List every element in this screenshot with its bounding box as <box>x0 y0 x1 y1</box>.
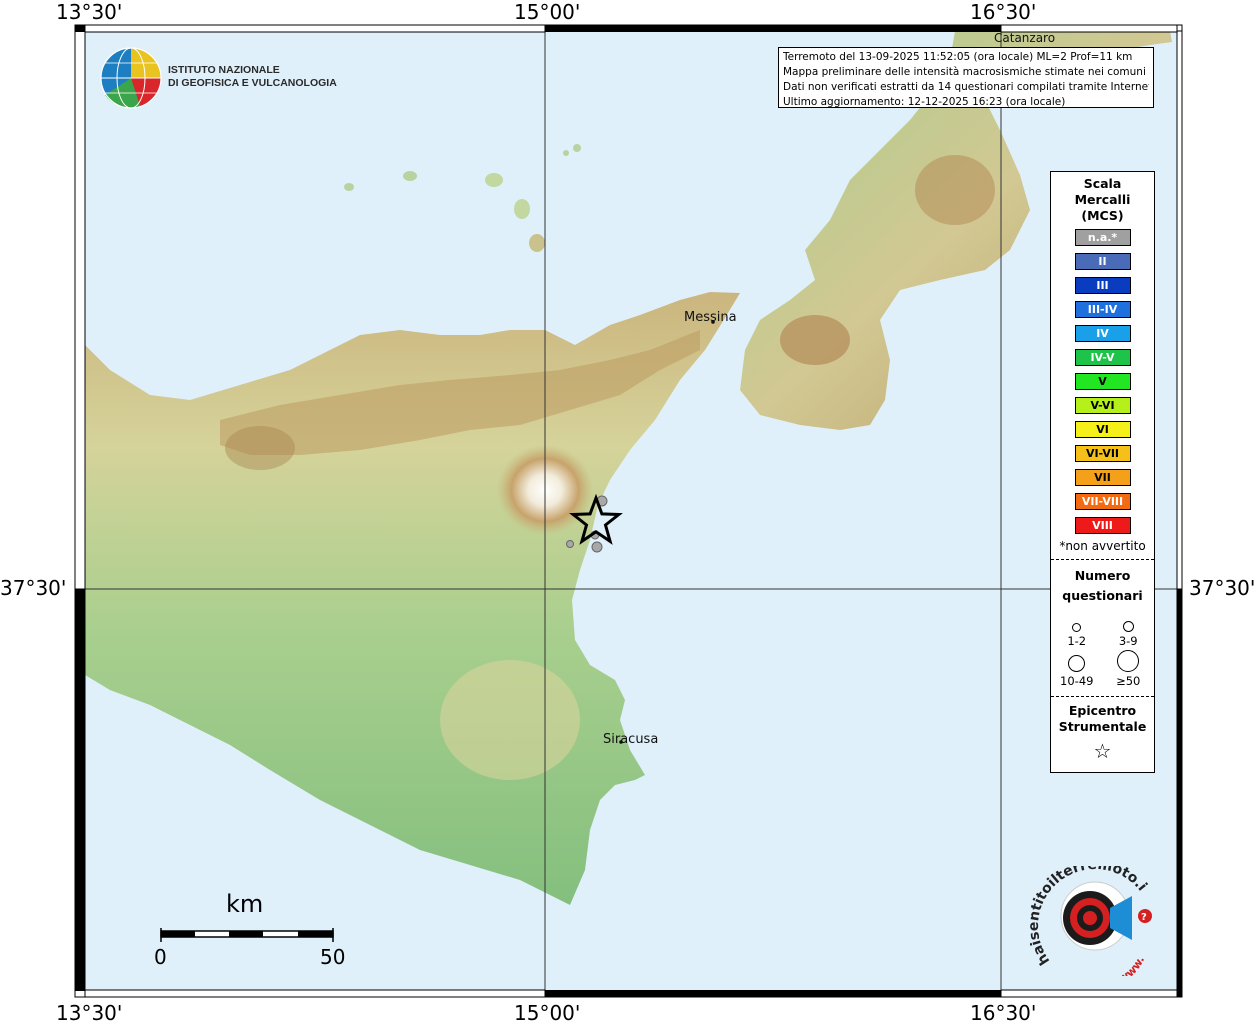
coord-bottom-mid: 15°00' <box>514 1001 581 1025</box>
legend-title-line3: (MCS) <box>1081 208 1124 223</box>
info-line1: Terremoto del 13-09-2025 11:52:05 (ora l… <box>783 51 1133 63</box>
questionari-title: Numero questionari <box>1051 566 1154 606</box>
star-icon: ☆ <box>1093 739 1112 763</box>
coord-bottom-left: 13°30' <box>56 1001 123 1025</box>
coord-right: 37°30' <box>1189 576 1255 600</box>
institute-line1: ISTITUTO NAZIONALE <box>168 64 280 76</box>
institute-line2: DI GEOFISICA E VULCANOLOGIA <box>168 77 337 89</box>
mcs-scale-list: n.a.* II III III-IV IV IV-V V V-VI VI VI-VII VII VI… <box>1051 229 1154 534</box>
q-label: 10-49 <box>1060 674 1094 688</box>
info-line3: Dati non verificati estratti da 14 quest… <box>783 81 1149 93</box>
q-label: 3-9 <box>1118 634 1138 648</box>
island <box>529 234 545 252</box>
q-label: 1-2 <box>1067 634 1087 648</box>
q-size-50plus: ≥50 <box>1103 650 1155 688</box>
mcs-scale-item: VI <box>1074 421 1131 438</box>
info-line4: Ultimo aggiornamento: 12-12-2025 16:23 (… <box>783 96 1066 108</box>
legend-panel: Scala Mercalli (MCS) n.a.* II III III-IV IV I… <box>1050 171 1155 773</box>
coord-top-right: 16°30' <box>970 0 1037 24</box>
mcs-scale-item: II <box>1074 253 1131 270</box>
circle-small-icon <box>1072 623 1082 632</box>
mcs-scale-item: VII <box>1074 469 1131 486</box>
ingv-logo-icon <box>100 47 162 109</box>
svg-text:www.: www. <box>1116 954 1147 976</box>
mcs-scale-item: IV-V <box>1074 349 1131 366</box>
logo-url-text: www. <box>1116 954 1147 976</box>
coord-left: 37°30' <box>0 576 67 600</box>
epicentro-title: Epicentro Strumentale <box>1051 703 1154 735</box>
aspromonte-relief <box>780 315 850 365</box>
island <box>514 199 530 219</box>
q-label: ≥50 <box>1116 674 1141 688</box>
circle-medium-icon <box>1122 621 1134 632</box>
report-dot <box>591 541 603 553</box>
island <box>403 171 417 181</box>
event-info-box: Terremoto del 13-09-2025 11:52:05 (ora l… <box>778 47 1154 108</box>
island <box>485 173 503 187</box>
city-siracusa: Siracusa <box>603 732 659 747</box>
institute-name: ISTITUTO NAZIONALE DI GEOFISICA E VULCAN… <box>168 64 337 90</box>
mcs-scale-item: IV <box>1074 325 1131 342</box>
q-size-3-9: 3-9 <box>1103 610 1155 648</box>
circle-large-icon <box>1068 655 1086 672</box>
legend-divider <box>1051 696 1154 697</box>
mcs-scale-item: n.a.* <box>1074 229 1131 246</box>
epicentro-line1: Epicentro <box>1068 703 1137 718</box>
q-size-1-2: 1-2 <box>1051 610 1103 648</box>
haisentito-logo-icon: ? haisentitoilterremoto.it www. <box>1030 866 1152 976</box>
svg-text:?: ? <box>1141 912 1147 923</box>
mcs-scale-item: III-IV <box>1074 301 1131 318</box>
scalebar-start: 0 <box>154 945 167 969</box>
mcs-scale-item: VII-VIII <box>1074 493 1131 510</box>
epicentro-line2: Strumentale <box>1058 719 1147 734</box>
circle-xlarge-icon <box>1117 650 1140 672</box>
island <box>344 183 354 191</box>
mcs-scale-item: V <box>1074 373 1131 390</box>
legend-divider <box>1051 559 1154 560</box>
scalebar-end: 50 <box>320 945 346 969</box>
sila-relief <box>915 155 995 225</box>
legend-title-line1: Scala <box>1083 176 1122 191</box>
iblei-relief <box>440 660 580 780</box>
report-dot <box>566 540 574 548</box>
mcs-scale-item: V-VI <box>1074 397 1131 414</box>
island <box>563 150 569 156</box>
madonie-relief <box>225 426 295 470</box>
q-size-10-49: 10-49 <box>1051 650 1103 688</box>
coord-bottom-right: 16°30' <box>970 1001 1037 1025</box>
questionari-size-grid: 1-2 3-9 10-49 ≥50 <box>1051 610 1154 688</box>
legend-note: *non avvertito <box>1059 539 1146 553</box>
legend-title-line2: Mercalli <box>1074 192 1131 207</box>
coord-top-mid: 15°00' <box>514 0 581 24</box>
mcs-scale-item: VIII <box>1074 517 1131 534</box>
island <box>573 144 581 152</box>
city-catanzaro: Catanzaro <box>994 31 1056 45</box>
city-messina: Messina <box>684 310 737 325</box>
mcs-scale-item: III <box>1074 277 1131 294</box>
legend-title: Scala Mercalli (MCS) <box>1051 176 1154 224</box>
scalebar-unit: km <box>226 890 264 918</box>
coord-top-left: 13°30' <box>56 0 123 24</box>
questionari-line2: questionari <box>1062 588 1143 603</box>
mcs-scale-item: VI-VII <box>1074 445 1131 462</box>
questionari-line1: Numero <box>1074 568 1131 583</box>
info-line2: Mappa preliminare delle intensità macros… <box>783 66 1146 78</box>
